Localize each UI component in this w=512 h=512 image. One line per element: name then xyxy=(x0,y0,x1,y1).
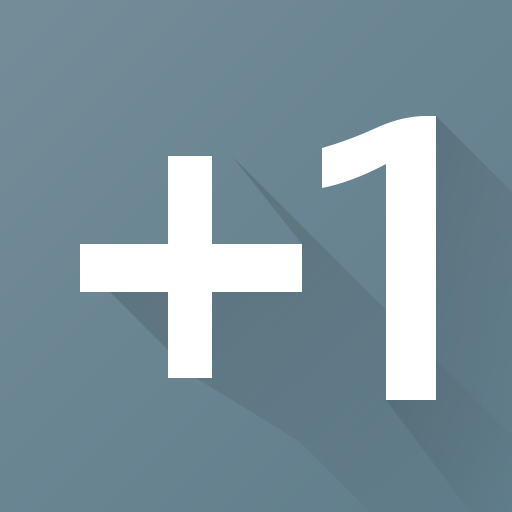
plus-one-icon xyxy=(0,0,512,512)
app-icon-plus-one: +1 xyxy=(0,0,512,512)
